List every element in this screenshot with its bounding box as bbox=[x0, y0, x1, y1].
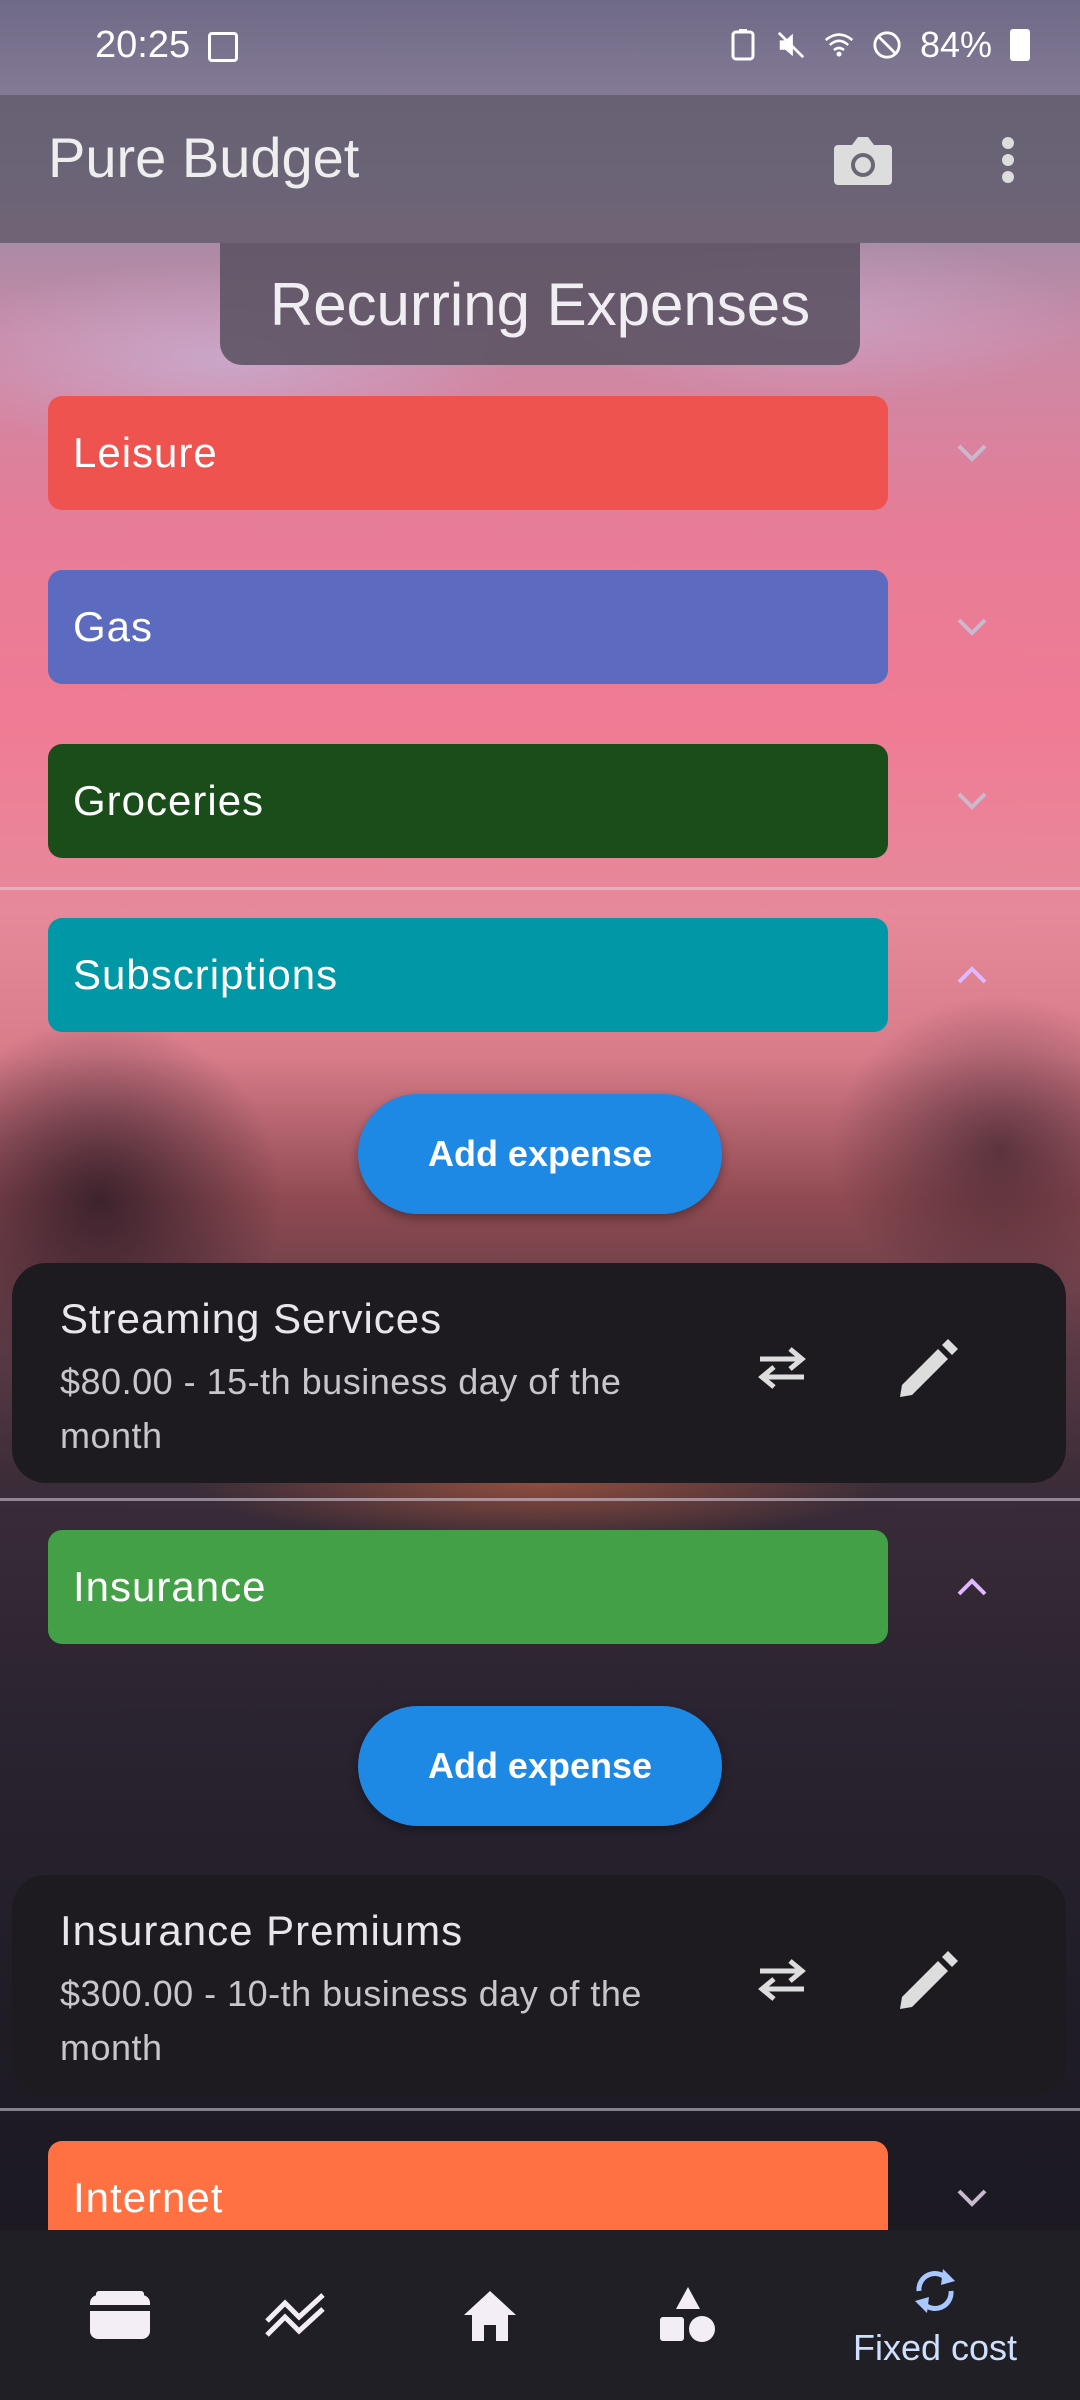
category-label: Leisure bbox=[73, 429, 218, 476]
expense-detail: $300.00 - 10-th business day of the mont… bbox=[60, 1973, 642, 2068]
edit-icon[interactable] bbox=[892, 1333, 962, 1403]
category-label: Groceries bbox=[73, 777, 265, 824]
divider bbox=[0, 1498, 1080, 1501]
category-gas[interactable]: Gas bbox=[48, 570, 888, 684]
shapes-icon bbox=[660, 2287, 715, 2342]
nav-item-home[interactable] bbox=[430, 2230, 550, 2400]
nav-item-fixed-cost[interactable]: Fixed cost bbox=[830, 2230, 1040, 2400]
do-not-disturb-icon bbox=[872, 30, 902, 60]
page-title: Recurring Expenses bbox=[220, 243, 860, 365]
category-label: Internet bbox=[73, 2174, 224, 2221]
app-bar: Pure Budget bbox=[0, 95, 1080, 243]
home-icon bbox=[464, 2291, 516, 2341]
gallery-notification-icon bbox=[208, 32, 238, 62]
category-groceries[interactable]: Groceries bbox=[48, 744, 888, 858]
nav-label-fixed-cost: Fixed cost bbox=[852, 2327, 1018, 2368]
chevron-up-icon[interactable] bbox=[945, 1560, 999, 1614]
nav-item-categories[interactable] bbox=[628, 2230, 748, 2400]
category-subscriptions[interactable]: Subscriptions bbox=[48, 918, 888, 1032]
category-insurance[interactable]: Insurance bbox=[48, 1530, 888, 1644]
expense-detail: $80.00 - 15-th business day of the month bbox=[60, 1361, 622, 1456]
wifi-icon bbox=[824, 30, 854, 60]
chevron-up-icon[interactable] bbox=[945, 948, 999, 1002]
expense-card[interactable]: Streaming Services $80.00 - 15-th busine… bbox=[12, 1263, 1066, 1483]
status-bar: 20:25 84% bbox=[0, 0, 1080, 95]
add-expense-button[interactable]: Add expense bbox=[358, 1094, 722, 1214]
status-icons: 84% bbox=[728, 24, 1030, 66]
edit-icon[interactable] bbox=[892, 1945, 962, 2015]
category-leisure[interactable]: Leisure bbox=[48, 396, 888, 510]
expense-name: Streaming Services bbox=[60, 1295, 443, 1342]
wallet-icon bbox=[90, 2291, 150, 2339]
camera-icon[interactable] bbox=[830, 127, 896, 193]
status-time: 20:25 bbox=[95, 24, 191, 66]
nav-item-trends[interactable] bbox=[235, 2230, 355, 2400]
category-label: Subscriptions bbox=[73, 951, 339, 998]
battery-level: 84% bbox=[919, 24, 992, 65]
divider bbox=[0, 887, 1080, 890]
swap-icon[interactable] bbox=[752, 1343, 812, 1393]
chevron-down-icon[interactable] bbox=[945, 600, 999, 654]
category-label: Insurance bbox=[73, 1563, 267, 1610]
recurring-icon bbox=[915, 2269, 955, 2313]
expense-card[interactable]: Insurance Premiums $300.00 - 10-th busin… bbox=[12, 1875, 1066, 2095]
chevron-down-icon[interactable] bbox=[945, 426, 999, 480]
divider bbox=[0, 2108, 1080, 2111]
add-expense-button[interactable]: Add expense bbox=[358, 1706, 722, 1826]
app-title: Pure Budget bbox=[48, 126, 360, 189]
swap-icon[interactable] bbox=[752, 1955, 812, 2005]
battery-icon bbox=[1010, 29, 1030, 61]
trend-icon bbox=[265, 2293, 325, 2337]
mute-icon bbox=[776, 30, 806, 60]
battery-saver-icon bbox=[728, 29, 758, 61]
expense-name: Insurance Premiums bbox=[60, 1907, 464, 1954]
chevron-down-icon[interactable] bbox=[945, 774, 999, 828]
category-label: Gas bbox=[73, 603, 154, 650]
nav-item-wallet[interactable] bbox=[60, 2230, 180, 2400]
bottom-navigation: Fixed cost bbox=[0, 2230, 1080, 2400]
more-options-icon[interactable] bbox=[988, 127, 1028, 193]
chevron-down-icon[interactable] bbox=[945, 2171, 999, 2225]
